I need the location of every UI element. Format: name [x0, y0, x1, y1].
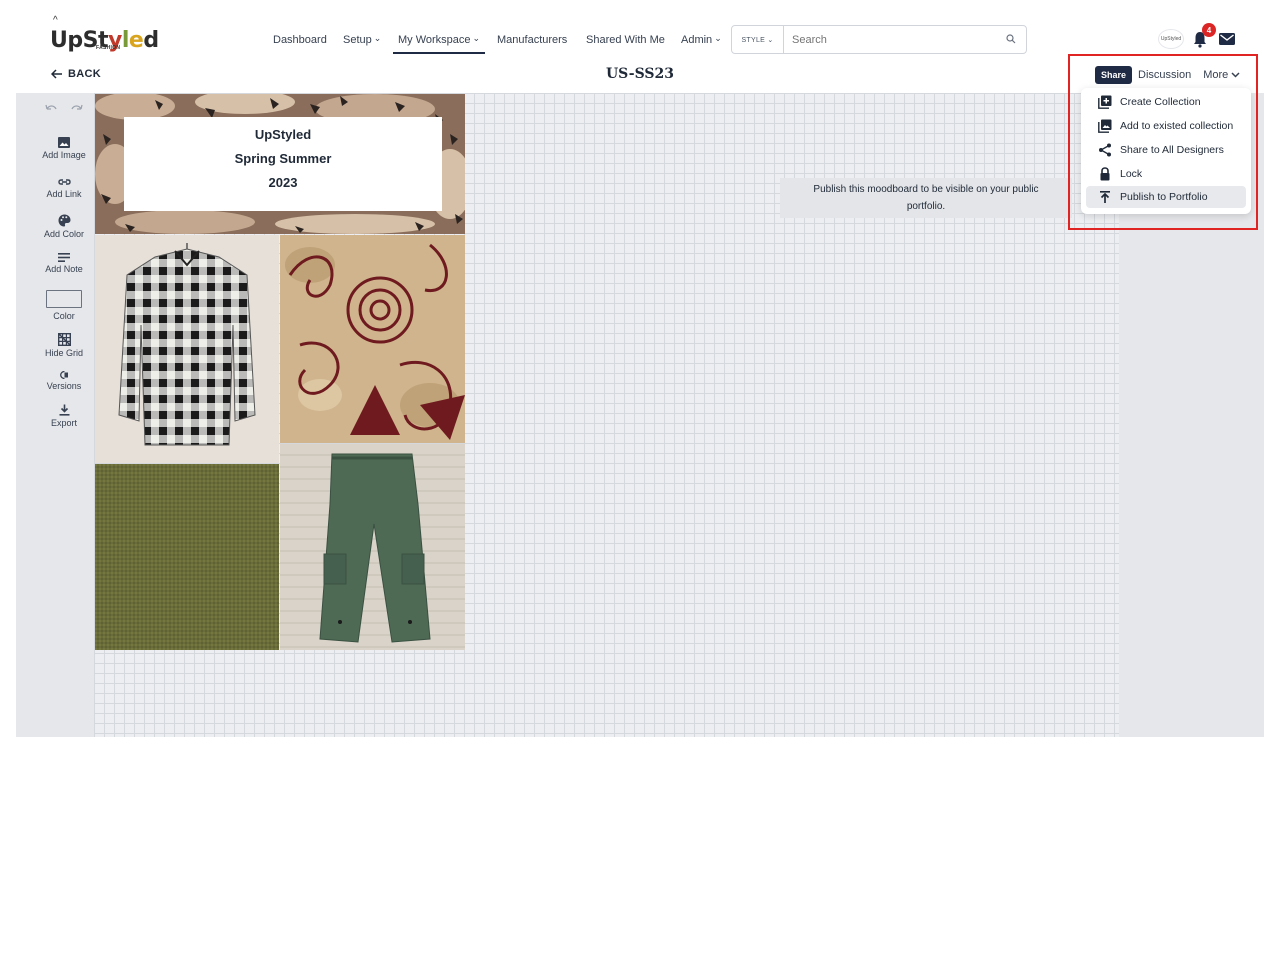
versions-button[interactable]: Versions: [34, 371, 94, 391]
mail-icon[interactable]: [1219, 33, 1235, 45]
olive-fabric-texture: [95, 464, 279, 650]
download-icon: [59, 404, 69, 416]
hide-grid-label: Hide Grid: [44, 348, 83, 358]
publish-tooltip: Publish this moodboard to be visible on …: [780, 178, 1072, 218]
publish-tooltip-line-1: Publish this moodboard to be visible on …: [813, 184, 1039, 195]
notification-badge: 4: [1202, 23, 1216, 37]
redo-icon[interactable]: [70, 103, 84, 113]
highlight-annotation-box: [1068, 54, 1258, 230]
undo-icon[interactable]: [44, 103, 58, 113]
grid-icon: [57, 333, 71, 346]
palette-icon: [58, 214, 70, 227]
plaid-shirt-illustration: [95, 235, 279, 463]
add-color-button[interactable]: Add Color: [34, 214, 94, 239]
page-title: US-SS23: [605, 66, 675, 82]
nav-admin[interactable]: Admin: [681, 31, 728, 55]
add-link-label: Add Link: [46, 189, 82, 199]
add-image-label: Add Image: [42, 150, 86, 160]
export-button[interactable]: Export: [34, 404, 94, 428]
floral-damask-image[interactable]: [280, 235, 465, 443]
add-image-button[interactable]: Add Image: [34, 137, 94, 160]
image-icon: [58, 137, 70, 148]
link-icon: [57, 179, 71, 185]
plaid-shirt-image[interactable]: [95, 235, 279, 463]
floral-damask-illustration: [280, 235, 465, 443]
nav-my-workspace[interactable]: My Workspace: [393, 31, 486, 54]
nav-setup[interactable]: Setup: [343, 31, 387, 55]
moodboard-title-line-1: UpStyled: [254, 127, 312, 142]
color-swatch-icon: [46, 290, 82, 308]
cargo-pants-illustration: [280, 444, 465, 650]
add-color-label: Add Color: [43, 229, 85, 239]
color-label: Color: [53, 311, 75, 321]
app-logo[interactable]: ^ UpStyled FASHION: [50, 15, 159, 54]
undo-redo-group: [34, 93, 94, 123]
versions-label: Versions: [46, 381, 82, 391]
nav-dashboard[interactable]: Dashboard: [273, 31, 333, 55]
avatar[interactable]: UpStyled: [1158, 29, 1184, 49]
search-icon[interactable]: [1006, 34, 1016, 44]
logo-hat-mark: ^: [53, 15, 58, 26]
moodboard-title-line-2: Spring Summer: [234, 151, 332, 166]
arrow-left-icon: [51, 69, 62, 79]
back-button[interactable]: BACK: [51, 68, 101, 80]
hide-grid-button[interactable]: Hide Grid: [34, 333, 94, 358]
logo-subtitle: FASHION: [96, 45, 121, 51]
export-label: Export: [50, 418, 77, 428]
search-bar: STYLE ⌄: [731, 25, 1027, 54]
nav-manufacturers[interactable]: Manufacturers: [497, 31, 573, 55]
moodboard-title-card[interactable]: UpStyled Spring Summer 2023: [124, 117, 442, 211]
add-note-label: Add Note: [45, 264, 83, 274]
color-button[interactable]: Color: [34, 290, 94, 321]
left-toolbar: Add Image Add Link Add Color Add Note Co…: [34, 93, 94, 737]
olive-fabric-image[interactable]: [95, 464, 279, 650]
search-type-select[interactable]: STYLE ⌄: [732, 26, 784, 53]
versions-icon: [59, 371, 68, 379]
cargo-pants-image[interactable]: [280, 444, 465, 650]
nav-shared-with-me[interactable]: Shared With Me: [586, 31, 671, 55]
add-note-button[interactable]: Add Note: [34, 253, 94, 274]
publish-tooltip-line-2: portfolio.: [906, 201, 946, 212]
top-navigation-bar: ^ UpStyled FASHION Dashboard Setup My Wo…: [0, 0, 1280, 60]
note-icon: [58, 253, 70, 262]
add-link-button[interactable]: Add Link: [34, 178, 94, 199]
back-label: BACK: [68, 68, 101, 80]
moodboard-title-line-3: 2023: [268, 175, 298, 190]
search-input[interactable]: [792, 33, 992, 46]
